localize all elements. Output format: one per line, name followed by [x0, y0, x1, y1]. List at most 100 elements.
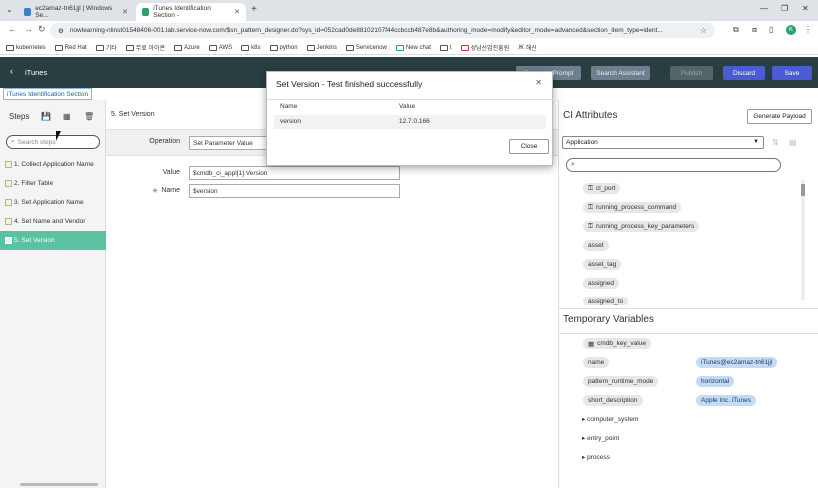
bookmark-item[interactable]: Red Hat	[54, 44, 87, 51]
browser-tab-itunes[interactable]: iTunes Identification Section - ✕	[136, 3, 246, 21]
bookmark-item[interactable]: kubernetes	[6, 44, 46, 51]
table-var-pill[interactable]: ▦ cmdb_key_value	[583, 338, 651, 349]
step-item[interactable]: 1. Collect Application Name	[0, 155, 106, 174]
temp-var-value[interactable]: iTunes@ec2amaz-tn61jjl	[696, 357, 778, 368]
publish-button[interactable]: Publish	[670, 66, 713, 80]
bookmark-item[interactable]: 성남산업진흥원	[460, 43, 509, 52]
folder-icon	[95, 44, 104, 51]
back-chevron-icon[interactable]: ‹	[10, 66, 13, 76]
table-icon: ▦	[588, 340, 595, 348]
section-tab[interactable]: iTunes Identification Section	[3, 88, 93, 100]
search-steps-input[interactable]: ⌕ Search steps	[6, 135, 100, 149]
menu-kebab-icon[interactable]: ⋮	[804, 25, 812, 34]
horizontal-scrollbar[interactable]	[20, 483, 98, 486]
url-field[interactable]: ⚙ nowlearning-nlinst01548406-001.lab.ser…	[50, 23, 715, 38]
generate-payload-button[interactable]: Generate Payload	[747, 109, 812, 124]
save-button[interactable]: Save	[772, 66, 812, 80]
ci-attribute-pill[interactable]: assigned	[583, 278, 620, 289]
bookmark-item[interactable]: 기타	[95, 43, 117, 52]
tree-node[interactable]: ▸ computer_system	[582, 415, 638, 423]
tree-node[interactable]: ▸ process	[582, 453, 610, 461]
ci-class-select[interactable]: Application ▼	[562, 136, 764, 149]
sidebar-icon[interactable]: ⧈	[752, 25, 757, 35]
chat-icon	[395, 44, 404, 51]
modal-title: Set Version - Test finished successfully	[276, 79, 423, 89]
close-icon[interactable]: ✕	[535, 78, 542, 87]
discard-button[interactable]: Discard	[723, 66, 765, 80]
browser-tab-windows[interactable]: ec2amaz-tn61jjl | Windows Se... ✕	[18, 3, 134, 21]
app-title: iTunes	[25, 68, 48, 77]
forward-arrow-icon[interactable]: →	[24, 24, 33, 34]
bookmark-item[interactable]: Ж 해신	[518, 43, 537, 53]
delete-step-icon[interactable]: 🗑	[84, 112, 94, 121]
window-close-icon[interactable]: ✕	[802, 4, 809, 13]
bookmark-item[interactable]: Azure	[174, 44, 200, 51]
bookmark-item[interactable]: AWS	[208, 44, 232, 51]
ci-attribute-pill[interactable]: assigned_to	[583, 297, 629, 305]
bookmark-item[interactable]: 무료 아이콘	[125, 43, 165, 52]
result-value: 12.7.0.166	[399, 118, 430, 125]
site-info-icon[interactable]: ⚙	[58, 27, 64, 35]
temp-var-name[interactable]: pattern_runtime_mode	[583, 376, 659, 387]
ci-attribute-pill[interactable]: ⚿ running_process_command	[583, 202, 682, 213]
add-step-icon[interactable]: ▦	[63, 112, 71, 121]
bookmark-item[interactable]: Jenkins	[306, 44, 337, 51]
search-assistant-button[interactable]: Search Assistant	[591, 66, 650, 80]
scroll-thumb[interactable]	[801, 184, 805, 196]
steps-title: Steps	[9, 112, 30, 121]
tab-list-chevron-icon[interactable]: ⌄	[6, 5, 13, 14]
close-tab-icon[interactable]: ✕	[234, 8, 240, 16]
required-icon: ✳	[152, 188, 158, 195]
bookmark-item[interactable]: Servicenow	[345, 44, 387, 51]
operation-select[interactable]: Set Parameter Value	[189, 136, 267, 150]
back-arrow-icon[interactable]: ←	[8, 24, 17, 34]
reload-icon[interactable]: ↻	[38, 24, 46, 35]
ci-attribute-pill[interactable]: ⚿ running_process_key_parameters	[583, 221, 700, 232]
ci-attribute-pill[interactable]: asset_tag	[583, 259, 622, 270]
name-input[interactable]: $version	[189, 184, 400, 198]
temp-var-name[interactable]: short_description	[583, 395, 643, 406]
tree-node[interactable]: ▸ entry_point	[582, 434, 619, 442]
bookmark-item[interactable]: t	[439, 44, 452, 51]
vertical-scrollbar[interactable]	[801, 180, 805, 300]
close-tab-icon[interactable]: ✕	[122, 8, 128, 16]
folder-icon	[439, 44, 448, 51]
save-step-icon[interactable]: 💾	[41, 112, 51, 121]
bookmark-item[interactable]: New chat	[395, 44, 431, 51]
step-item[interactable]: 2. Filter Table	[0, 174, 106, 193]
folder-icon	[306, 44, 315, 51]
folder-icon	[241, 44, 250, 51]
sort-icon[interactable]: ⇅	[772, 138, 779, 147]
step-item[interactable]: 4. Set Name and Vendor	[0, 212, 106, 231]
bookmark-star-icon[interactable]: ☆	[700, 26, 707, 35]
search-icon: ⌕	[571, 161, 575, 168]
table-icon[interactable]: ▤	[789, 138, 797, 147]
k-logo-icon: Ж	[518, 44, 524, 51]
tab-label: ec2amaz-tn61jjl | Windows Se...	[35, 5, 113, 19]
step-detail-title: 5. Set Version	[111, 111, 155, 118]
split-view-icon[interactable]: ▯	[769, 25, 773, 34]
url-text: nowlearning-nlinst01548406-001.lab.servi…	[69, 27, 663, 34]
ci-search-input[interactable]: ⌕	[566, 158, 781, 172]
value-input[interactable]: $cmdb_ci_appl[1].Version	[189, 166, 400, 180]
new-tab-icon[interactable]: +	[251, 4, 257, 15]
profile-avatar[interactable]: K	[786, 25, 796, 35]
extension-icon[interactable]: ⧉	[733, 25, 739, 35]
modal-close-button[interactable]: Close	[509, 139, 549, 154]
key-icon: ⚿	[588, 203, 593, 211]
ci-attribute-pill[interactable]: asset	[583, 240, 609, 251]
ci-attribute-pill[interactable]: ⚿ cl_port	[583, 183, 621, 194]
bookmark-item[interactable]: python	[269, 44, 298, 51]
step-check-icon	[5, 199, 12, 206]
mouse-cursor-icon	[56, 131, 61, 141]
maximize-icon[interactable]: ❐	[781, 4, 788, 13]
step-item[interactable]: 3. Set Application Name	[0, 193, 106, 212]
temp-var-value[interactable]: Apple Inc. iTunes	[696, 395, 756, 406]
temp-var-name[interactable]: name	[583, 357, 610, 368]
column-header-name: Name	[280, 103, 298, 110]
table-row: version 12.7.0.166	[274, 115, 546, 129]
bookmark-item[interactable]: k8s	[241, 44, 261, 51]
temp-var-value[interactable]: horizontal	[696, 376, 735, 387]
minimize-icon[interactable]: —	[760, 4, 768, 13]
step-item-selected[interactable]: 5. Set Version	[0, 231, 106, 250]
